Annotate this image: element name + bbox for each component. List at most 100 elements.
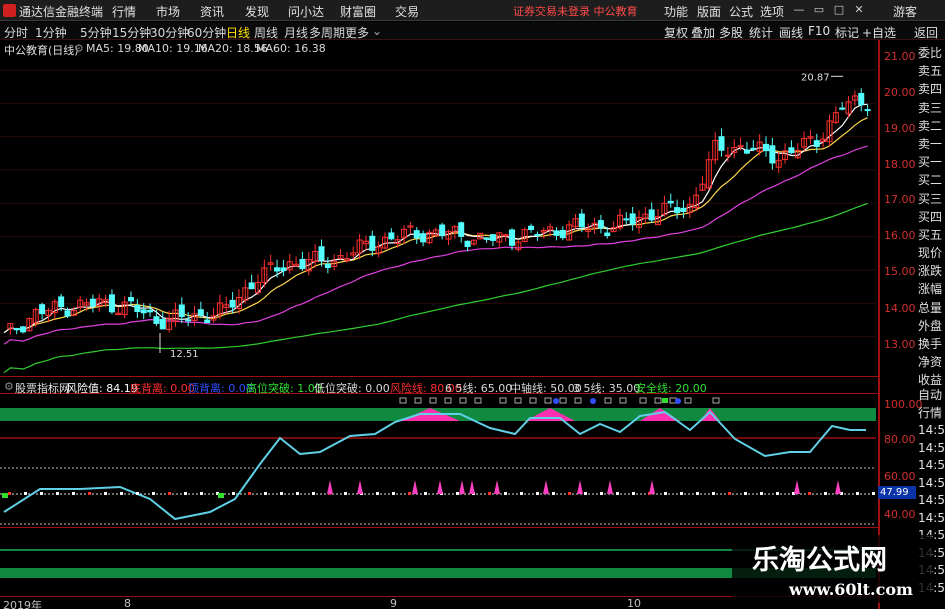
period-multi[interactable]: 多周期 (309, 24, 345, 41)
signal-spike (649, 480, 655, 494)
signal-dot (696, 492, 699, 495)
signal-dot (600, 492, 603, 495)
period-monthly[interactable]: 月线 (284, 24, 308, 41)
top-signal-box (559, 397, 567, 404)
menu-formula[interactable]: 公式 (729, 3, 753, 20)
indicator-tick-label: 40.00 (884, 508, 916, 521)
signal-dot (296, 492, 299, 495)
period-1min[interactable]: 1分钟 (35, 24, 67, 41)
signal-dot (744, 492, 747, 495)
login-notice[interactable]: 证券交易未登录 中公教育 (513, 3, 638, 19)
candle-body (553, 230, 560, 236)
watermark-title: 乐淘公式网 (752, 545, 887, 576)
quote-field-label: 涨跌 (918, 264, 943, 279)
menu-market[interactable]: 市场 (156, 3, 180, 20)
maximize-icon[interactable]: □ (833, 4, 845, 16)
price-tick-label: 19.00 (884, 122, 916, 135)
period-intraday[interactable]: 分时 (4, 24, 28, 41)
period-15min[interactable]: 15分钟 (112, 24, 151, 41)
menu-trade[interactable]: 交易 (395, 3, 419, 20)
candle-body (159, 318, 166, 330)
candle-body (750, 147, 757, 150)
period-daily[interactable]: 日线 (226, 24, 250, 41)
menu-layout[interactable]: 版面 (697, 3, 721, 20)
signal-dot (424, 492, 427, 495)
top-divergence-dot (590, 398, 596, 404)
tick-time-label: 14:50 (918, 458, 945, 472)
tick-time-label: 14:50 (918, 493, 945, 507)
candle-body (788, 147, 795, 154)
signal-dot (392, 492, 395, 495)
signal-dot (728, 492, 731, 495)
top-signal-box (399, 397, 407, 404)
candle-body (483, 237, 490, 240)
signal-spike (437, 480, 443, 494)
tool-mark[interactable]: 标记 (835, 24, 859, 41)
quote-field-label: 买五 (918, 227, 943, 242)
signal-dot (552, 492, 555, 495)
candle-body (204, 319, 211, 323)
signal-dot (712, 492, 715, 495)
menu-wealth[interactable]: 财富圈 (340, 3, 376, 20)
candle-body (248, 282, 255, 290)
candle-body (274, 267, 281, 272)
minimize-icon[interactable]: — (793, 4, 805, 16)
menu-market-quotes[interactable]: 行情 (112, 3, 136, 20)
menu-ask[interactable]: 问小达 (288, 3, 324, 20)
guest-button[interactable]: 游客 (893, 3, 917, 20)
candle-body (597, 220, 604, 229)
signal-dot (168, 492, 171, 495)
signal-spike (412, 480, 418, 494)
chart-divider-vertical (878, 40, 880, 609)
menu-function[interactable]: 功能 (664, 3, 688, 20)
indicator-tick-label: 60.00 (884, 470, 916, 483)
signal-dot (408, 492, 411, 495)
indicator-value-badge: 47.99 (878, 486, 916, 499)
indicator-chart[interactable] (0, 394, 878, 527)
candle-body (324, 263, 331, 269)
period-weekly[interactable]: 周线 (254, 24, 278, 41)
tool-back[interactable]: 返回 (914, 24, 938, 41)
signal-dot (680, 492, 683, 495)
tick-time-label: 自动 (918, 388, 943, 402)
period-30min[interactable]: 30分钟 (150, 24, 189, 41)
candle-body (629, 213, 636, 225)
tool-multi-stock[interactable]: 多股 (719, 24, 743, 41)
signal-dot (88, 492, 91, 495)
signal-spike (327, 480, 333, 494)
candle-body (502, 234, 509, 237)
chevron-down-icon[interactable]: ⌄ (372, 24, 382, 38)
quote-field-label: 买四 (918, 209, 943, 224)
tool-add-favorite[interactable]: +自选 (862, 24, 896, 41)
indicator-settings-icon[interactable]: ⚙ (4, 380, 14, 393)
price-tick-label: 17.00 (884, 193, 916, 206)
tool-draw-line[interactable]: 画线 (779, 24, 803, 41)
top-divergence-dot (553, 398, 559, 404)
candle-body (280, 267, 287, 272)
period-5min[interactable]: 5分钟 (80, 24, 112, 41)
price-tick-label: 14.00 (884, 302, 916, 315)
candle-body (147, 309, 154, 313)
date-label-sep: 9 (390, 597, 397, 609)
signal-dot (776, 492, 779, 495)
period-more[interactable]: 更多 (345, 24, 369, 41)
menu-options[interactable]: 选项 (760, 3, 784, 20)
candle-body (769, 145, 776, 164)
candlestick-chart[interactable]: 20.87 12.51 (0, 56, 878, 376)
close-icon[interactable]: ✕ (853, 4, 865, 16)
tool-f10[interactable]: F10 (808, 24, 830, 38)
restore-icon[interactable]: ▭ (813, 4, 825, 16)
signal-dot (760, 492, 763, 495)
signal-dot (856, 492, 859, 495)
tool-statistics[interactable]: 统计 (749, 24, 773, 41)
period-60min[interactable]: 60分钟 (187, 24, 226, 41)
tool-restore-rights[interactable]: 复权 (664, 24, 688, 41)
date-label-aug: 8 (124, 597, 131, 609)
settings-icon[interactable]: ⚙ (74, 42, 84, 55)
menu-news[interactable]: 资讯 (200, 3, 224, 20)
tool-overlay[interactable]: 叠加 (691, 24, 715, 41)
ma-legend: 中公教育(日线) ⚙ MA5: 19.80 MA10: 19.16 MA20: … (0, 40, 880, 57)
menu-discover[interactable]: 发现 (245, 3, 269, 20)
candle-body (413, 230, 420, 239)
quote-field-label: 卖二 (918, 118, 943, 133)
